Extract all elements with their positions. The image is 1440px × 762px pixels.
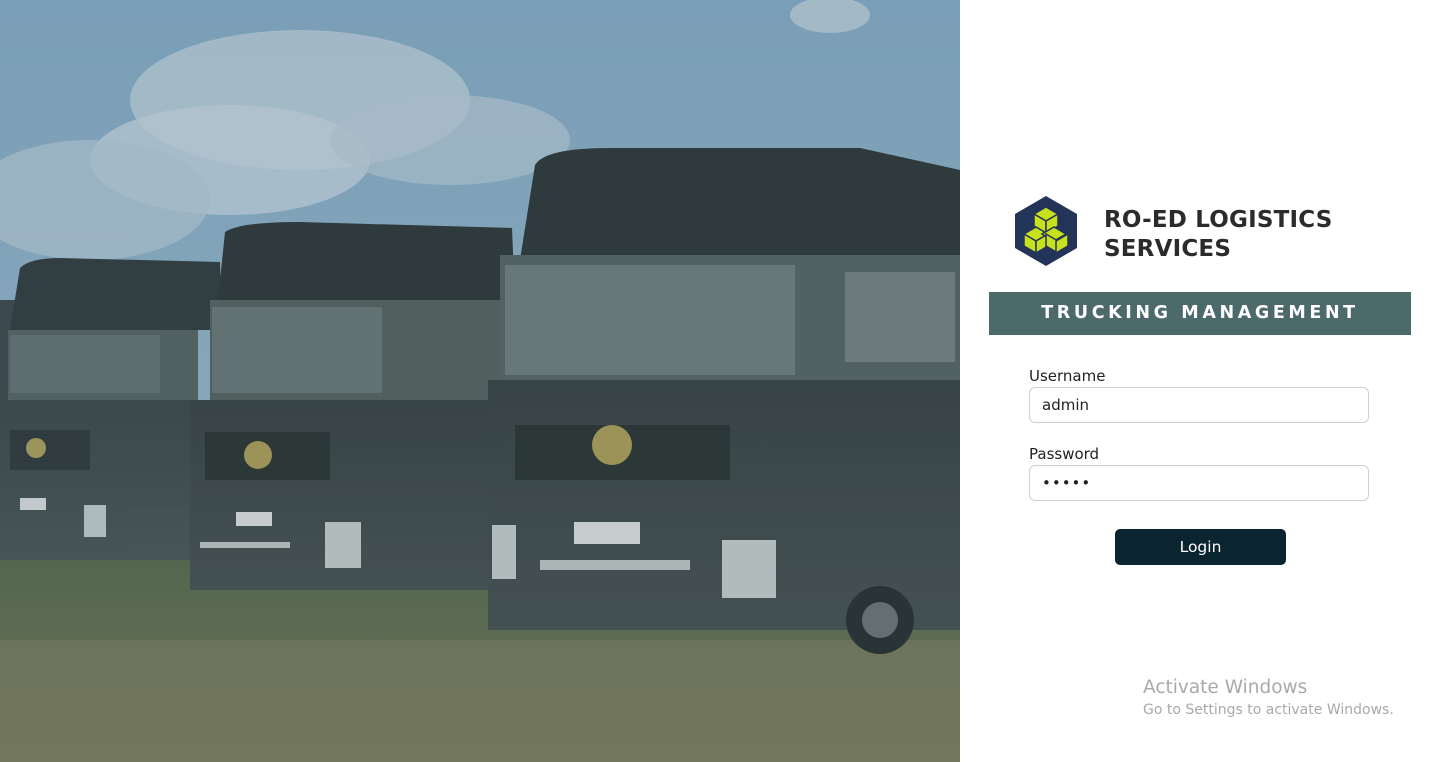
company-name: RO-ED LOGISTICS SERVICES [1104,206,1404,264]
username-input[interactable] [1029,387,1369,423]
system-title-banner: TRUCKING MANAGEMENT SYSTEM [989,292,1411,366]
login-button[interactable]: Login [1115,529,1286,565]
company-name-line1: RO-ED LOGISTICS [1104,207,1333,233]
watermark-title: Activate Windows [1143,677,1308,698]
password-label: Password [1029,445,1100,463]
watermark-subtitle: Go to Settings to activate Windows. [1143,702,1394,718]
hexagon-cubes-logo-icon [1015,196,1077,266]
password-input[interactable] [1029,465,1369,501]
company-name-line2: SERVICES [1104,236,1232,262]
truck-fleet-photo [0,0,960,762]
activate-windows-watermark: Activate Windows Go to Settings to activ… [1143,677,1394,721]
hero-image [0,0,960,762]
login-panel: RO-ED LOGISTICS SERVICES TRUCKING MANAGE… [960,0,1440,762]
username-label: Username [1029,367,1106,385]
